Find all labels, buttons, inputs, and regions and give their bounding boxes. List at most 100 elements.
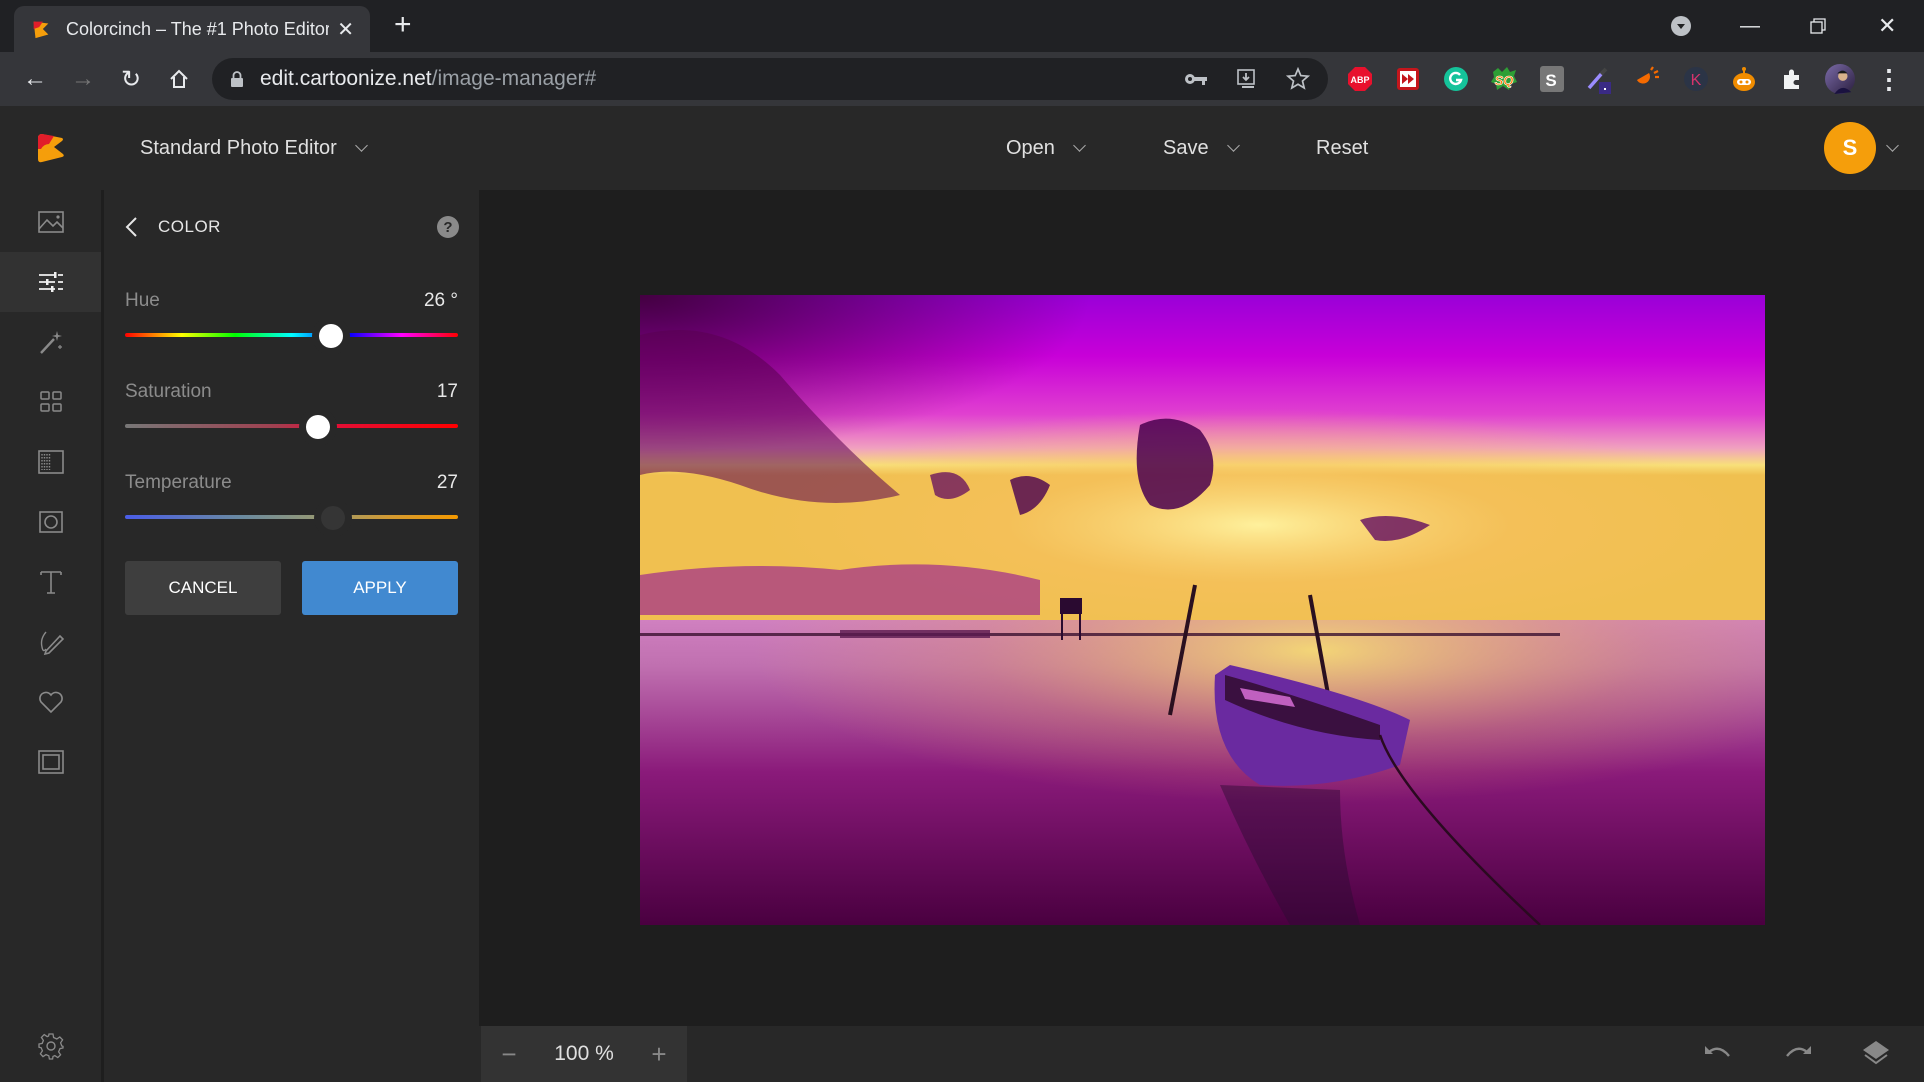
frame-icon [37,750,64,774]
svg-text:S: S [1545,71,1556,90]
adblock-extension-icon[interactable]: ABP [1345,64,1375,94]
browser-tab[interactable]: Colorcinch – The #1 Photo Editor ✕ [14,6,370,52]
zoom-out-button[interactable]: − [481,1039,537,1070]
hue-slider-track[interactable] [125,333,458,337]
saturation-label: Saturation [125,381,212,402]
profile-avatar-icon[interactable] [1825,64,1855,94]
reset-label: Reset [1316,136,1369,159]
tool-sidebar [0,190,101,1082]
saturation-slider-track[interactable] [125,424,458,428]
text-icon [39,571,62,594]
chevron-left-icon [125,217,137,237]
undo-icon[interactable] [1701,1038,1735,1070]
colorcinch-logo-icon[interactable] [36,132,66,164]
video-speed-extension-icon[interactable] [1393,64,1423,94]
panel-title: COLOR [158,217,221,236]
browser-menu-icon[interactable]: ⋮ [1874,64,1904,94]
zoom-level: 100 % [554,1042,614,1065]
svg-text:ABP: ABP [1350,75,1369,85]
temperature-slider-track[interactable] [125,515,458,519]
hue-slider-thumb[interactable] [319,324,344,348]
vignette-icon [38,511,63,533]
user-menu-toggle[interactable] [1886,106,1899,190]
save-label: Save [1163,136,1209,159]
lock-icon [231,71,243,87]
key-icon[interactable] [1184,72,1208,86]
apply-button[interactable]: APPLY [302,561,458,615]
redo-icon[interactable] [1781,1038,1815,1070]
user-avatar[interactable]: S [1824,122,1876,174]
sidebar-item-texture[interactable] [0,432,101,492]
back-button[interactable] [124,215,144,239]
new-tab-button[interactable]: + [394,10,412,40]
grammarly-extension-icon[interactable] [1441,64,1471,94]
back-icon[interactable]: ← [20,64,50,94]
address-bar[interactable]: edit.cartoonize.net/image-manager# [212,58,1328,100]
extensions-puzzle-icon[interactable] [1777,64,1807,94]
robot-extension-icon[interactable] [1729,64,1759,94]
minimize-icon[interactable]: — [1740,0,1760,52]
cancel-button[interactable]: CANCEL [125,561,281,615]
restore-icon[interactable] [1810,0,1826,52]
browser-toolbar: ← → ↻ edit.cartoonize.net/image-manager#… [0,52,1924,106]
open-menu[interactable]: Open [1006,106,1086,190]
canvas-bottom-bar: − 100 % + [479,1026,1924,1082]
color-picker-extension-icon[interactable] [1585,64,1615,94]
temperature-slider-thumb[interactable] [321,506,346,530]
k-extension-icon[interactable]: K [1681,64,1711,94]
bookmark-star-icon[interactable] [1286,67,1310,91]
grid-icon [39,391,62,412]
sidebar-item-draw[interactable] [0,612,101,672]
sidebar-item-frames[interactable] [0,732,101,792]
sidebar-item-graphics[interactable] [0,672,101,732]
sidebar-item-text[interactable] [0,552,101,612]
colorcinch-favicon-icon [33,21,49,39]
hue-label: Hue [125,290,160,311]
forward-icon[interactable]: → [68,64,98,94]
saturation-slider-thumb[interactable] [306,415,331,439]
editor-mode-label: Standard Photo Editor [140,136,337,159]
sq-extension-icon[interactable]: SQ [1489,64,1519,94]
sidebar-item-adjust[interactable] [0,252,101,312]
gear-icon [37,1033,64,1060]
save-menu[interactable]: Save [1163,106,1240,190]
install-app-icon[interactable] [1236,68,1258,90]
editor-canvas [479,190,1924,1026]
tab-search-icon[interactable] [1670,0,1692,52]
sidebar-item-settings[interactable] [0,1016,101,1076]
sunset-boat-photo [640,295,1765,925]
close-window-icon[interactable]: ✕ [1878,0,1896,52]
home-icon[interactable] [164,64,194,94]
sidebar-item-mask[interactable] [0,492,101,552]
editor-mode-dropdown[interactable]: Standard Photo Editor [140,106,368,190]
app-header: Standard Photo Editor Open Save Reset S [0,106,1924,190]
s-extension-icon[interactable]: S [1537,64,1567,94]
texture-icon [37,450,64,474]
temperature-value: 27 [436,472,458,493]
edited-photo[interactable] [640,295,1765,925]
url-host: edit.cartoonize.net [260,67,432,90]
chevron-down-icon [1886,138,1899,152]
sliders-icon [38,272,63,292]
orange-extension-icon[interactable] [1633,64,1663,94]
reset-button[interactable]: Reset [1316,106,1368,190]
layers-icon[interactable] [1859,1038,1893,1070]
sidebar-item-filters[interactable] [0,372,101,432]
help-icon[interactable]: ? [437,216,459,238]
temperature-label: Temperature [125,472,232,493]
panel-header: COLOR ? [124,212,459,242]
heart-icon [38,691,63,714]
hue-value: 26 ° [423,290,458,311]
sidebar-item-image[interactable] [0,192,101,252]
saturation-value: 17 [436,381,458,402]
sidebar-item-effects[interactable] [0,312,101,372]
reload-icon[interactable]: ↻ [116,64,146,94]
chevron-down-icon [1073,138,1086,152]
url-text: edit.cartoonize.net/image-manager# [260,67,596,91]
image-icon [37,211,64,233]
color-panel: COLOR ? Hue 26 ° Saturation 17 Temperatu… [104,190,479,1082]
close-tab-icon[interactable]: ✕ [337,17,354,42]
magic-wand-icon [39,331,62,354]
zoom-in-button[interactable]: + [631,1039,687,1070]
url-path: /image-manager# [431,67,597,90]
